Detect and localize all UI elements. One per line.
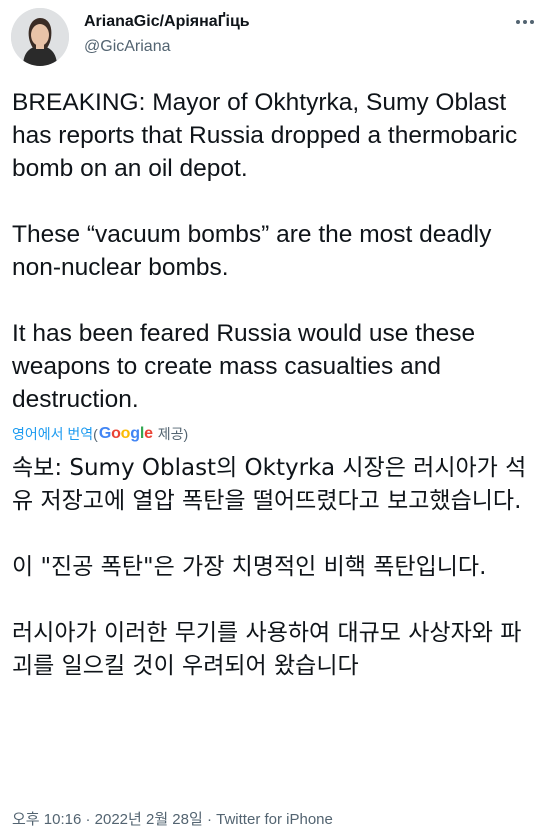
more-dot	[516, 20, 520, 24]
author-handle[interactable]: @GicAriana	[84, 38, 171, 56]
google-logo-letter: e	[144, 425, 153, 442]
tweet-text: BREAKING: Mayor of Okhtyrka, Sumy Oblast…	[12, 86, 534, 416]
author-display-name[interactable]: ArianaGic/АріянаҐіць	[84, 13, 250, 31]
meta-separator: ·	[202, 811, 217, 828]
meta-separator: ·	[81, 811, 95, 828]
more-dot	[530, 20, 534, 24]
tweet-paragraph: These “vacuum bombs” are the most deadly…	[12, 221, 492, 281]
translation-paragraph: 러시아가 이러한 무기를 사용하여 대규모 사상자와 파괴를 일으킬 것이 우려…	[12, 620, 522, 679]
translated-from-link[interactable]: 영어에서 번역	[12, 424, 93, 444]
close-paren: )	[183, 426, 189, 442]
google-logo-letter: G	[98, 425, 112, 442]
google-logo: Google	[99, 425, 153, 443]
open-paren: (	[93, 426, 98, 442]
provided-by-label: 제공	[157, 426, 184, 442]
tweet-time[interactable]: 오후 10:16	[12, 811, 81, 828]
avatar[interactable]	[11, 8, 69, 66]
more-dot	[523, 20, 527, 24]
tweet-date[interactable]: 2022년 2월 28일	[95, 811, 203, 828]
google-logo-letter: o	[120, 425, 131, 442]
translation-paragraph: 이 "진공 폭탄"은 가장 치명적인 비핵 폭탄입니다.	[12, 554, 487, 580]
tweet-metadata: 오후 10:16 · 2022년 2월 28일 · Twitter for iP…	[12, 808, 333, 829]
tweet-paragraph: BREAKING: Mayor of Okhtyrka, Sumy Oblast…	[12, 89, 518, 182]
translation-attribution: 영어에서 번역 ( Google 제공 )	[12, 424, 188, 444]
translated-text: 속보: Sumy Oblast의 Oktyrka 시장은 러시아가 석유 저장고…	[12, 452, 534, 683]
tweet-paragraph: It has been feared Russia would use thes…	[12, 320, 476, 413]
profile-photo-icon	[11, 8, 69, 66]
google-logo-letter: g	[130, 425, 140, 442]
translation-paragraph: 속보: Sumy Oblast의 Oktyrka 시장은 러시아가 석유 저장고…	[12, 455, 527, 514]
google-logo-letter: o	[111, 425, 121, 442]
tweet-header: ArianaGic/АріянаҐіць @GicAriana	[0, 0, 540, 80]
more-options-icon[interactable]	[512, 12, 538, 32]
tweet-source[interactable]: Twitter for iPhone	[216, 811, 333, 828]
